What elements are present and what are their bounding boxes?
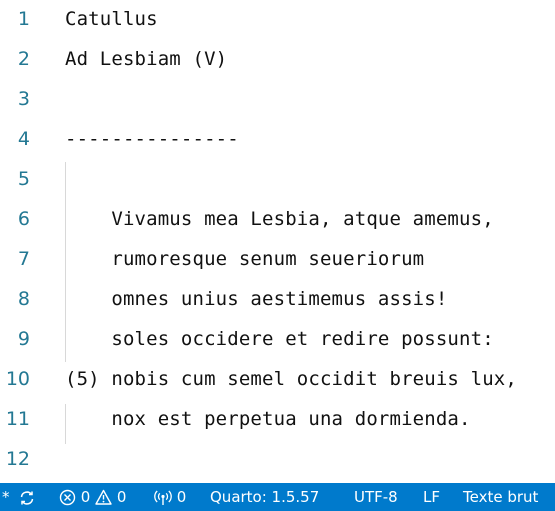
status-bar: * 0 0 0 Quarto: 1.5.57 UTF-8 LF Texte br… <box>0 483 555 511</box>
line-number: 3 <box>17 88 30 110</box>
editor-line[interactable]: 5 <box>0 160 555 200</box>
line-number: 8 <box>17 288 30 310</box>
language-mode-selector[interactable]: Texte brut <box>463 483 538 511</box>
line-number: 2 <box>17 48 30 70</box>
error-icon <box>59 489 76 506</box>
warnings-count: 0 <box>116 488 127 506</box>
broadcast-icon <box>154 490 172 505</box>
quarto-version[interactable]: Quarto: 1.5.57 <box>210 483 319 511</box>
editor-line[interactable]: 10 (5) nobis cum semel occidit breuis lu… <box>0 360 555 400</box>
indent-guide <box>65 162 66 362</box>
line-number: 5 <box>17 168 30 190</box>
editor-line[interactable]: 2 Ad Lesbiam (V) <box>0 40 555 80</box>
line-number: 9 <box>17 328 30 350</box>
line-text[interactable]: --------------- <box>65 128 239 150</box>
ports-status[interactable]: 0 <box>154 483 186 511</box>
line-text[interactable]: nox est perpetua una dormienda. <box>65 408 471 430</box>
editor-line[interactable]: 3 <box>0 80 555 120</box>
line-number: 12 <box>5 448 30 470</box>
line-number: 10 <box>5 368 30 390</box>
line-text[interactable]: omnes unius aestimemus assis! <box>65 288 447 310</box>
line-text[interactable]: Ad Lesbiam (V) <box>65 48 227 70</box>
editor-area[interactable]: 1 Catullus 2 Ad Lesbiam (V) 3 4 --------… <box>0 0 555 483</box>
sync-icon[interactable] <box>18 483 36 511</box>
ports-count: 0 <box>176 488 187 506</box>
line-number: 7 <box>17 248 30 270</box>
line-number: 4 <box>17 128 30 150</box>
line-text[interactable]: rumoresque senum seueriorum <box>65 248 424 270</box>
line-number: 1 <box>17 8 30 30</box>
line-text[interactable]: (5) nobis cum semel occidit breuis lux, <box>65 368 517 390</box>
editor-line[interactable]: 7 rumoresque senum seueriorum <box>0 240 555 280</box>
editor-line[interactable]: 12 <box>0 440 555 480</box>
problems-status[interactable]: 0 0 <box>59 483 126 511</box>
line-number: 6 <box>17 208 30 230</box>
remote-indicator[interactable]: * <box>2 483 10 511</box>
editor-line[interactable]: 4 --------------- <box>0 120 555 160</box>
editor-line[interactable]: 11 nox est perpetua una dormienda. <box>0 400 555 440</box>
editor-line[interactable]: 1 Catullus <box>0 0 555 40</box>
line-text[interactable]: Catullus <box>65 8 158 30</box>
encoding-selector[interactable]: UTF-8 <box>354 483 398 511</box>
editor-line[interactable]: 8 omnes unius aestimemus assis! <box>0 280 555 320</box>
indent-guide <box>65 404 66 444</box>
errors-count: 0 <box>80 488 91 506</box>
editor-line[interactable]: 6 Vivamus mea Lesbia, atque amemus, <box>0 200 555 240</box>
line-text[interactable]: soles occidere et redire possunt: <box>65 328 494 350</box>
line-text[interactable]: Vivamus mea Lesbia, atque amemus, <box>65 208 494 230</box>
editor-line[interactable]: 9 soles occidere et redire possunt: <box>0 320 555 360</box>
line-number: 11 <box>5 408 30 430</box>
warning-icon <box>95 489 112 505</box>
eol-selector[interactable]: LF <box>423 483 440 511</box>
